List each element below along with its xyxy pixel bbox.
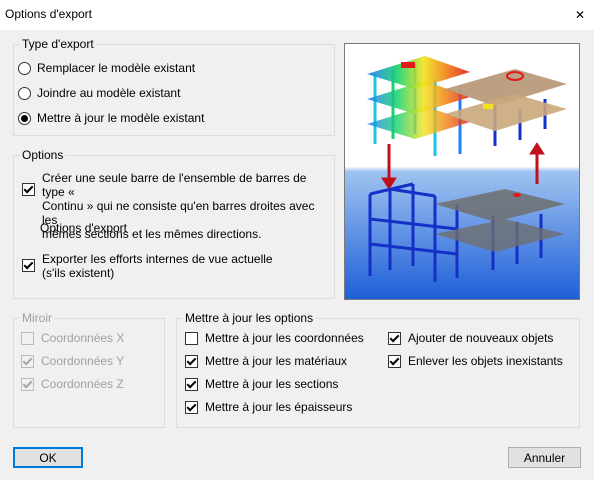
mirror-z-checkbox[interactable] bbox=[21, 378, 34, 391]
update-thickness-option[interactable]: Mettre à jour les épaisseurs bbox=[185, 400, 352, 414]
radio-join-model[interactable]: Joindre au modèle existant bbox=[18, 86, 180, 100]
title-bar: Options d'export ✕ bbox=[0, 0, 594, 30]
update-options-label: Mettre à jour les options bbox=[183, 311, 316, 325]
export-forces-label: Exporter les efforts internes de vue act… bbox=[42, 252, 273, 280]
add-new-objects-checkbox[interactable] bbox=[388, 332, 401, 345]
update-thickness-label: Mettre à jour les épaisseurs bbox=[205, 400, 353, 414]
single-bar-checkbox[interactable] bbox=[22, 183, 35, 196]
mirror-z-label: Coordonnées Z bbox=[41, 377, 124, 391]
export-options-subheading: Options d'export bbox=[40, 221, 127, 235]
mirror-y-label: Coordonnées Y bbox=[41, 354, 125, 368]
update-materials-label: Mettre à jour les matériaux bbox=[205, 354, 348, 368]
update-coordinates-label: Mettre à jour les coordonnées bbox=[205, 331, 364, 345]
update-thickness-checkbox[interactable] bbox=[185, 401, 198, 414]
mirror-label: Miroir bbox=[20, 311, 54, 325]
update-sections-checkbox[interactable] bbox=[185, 378, 198, 391]
add-new-objects-option[interactable]: Ajouter de nouveaux objets bbox=[388, 331, 553, 345]
update-materials-checkbox[interactable] bbox=[185, 355, 198, 368]
mirror-x-label: Coordonnées X bbox=[41, 331, 125, 345]
radio-replace-model[interactable]: Remplacer le modèle existant bbox=[18, 61, 195, 75]
cancel-button[interactable]: Annuler bbox=[508, 447, 581, 468]
radio-join-label: Joindre au modèle existant bbox=[37, 86, 181, 100]
radio-update-label: Mettre à jour le modèle existant bbox=[37, 111, 205, 125]
ok-button[interactable]: OK bbox=[13, 447, 83, 468]
mirror-z-option[interactable]: Coordonnées Z bbox=[21, 377, 124, 391]
update-sections-label: Mettre à jour les sections bbox=[205, 377, 339, 391]
mirror-y-option[interactable]: Coordonnées Y bbox=[21, 354, 124, 368]
remove-objects-label: Enlever les objets inexistants bbox=[408, 354, 563, 368]
export-forces-checkbox[interactable] bbox=[22, 259, 35, 272]
radio-update-icon[interactable] bbox=[18, 112, 31, 125]
radio-replace-label: Remplacer le modèle existant bbox=[37, 61, 196, 75]
mirror-x-checkbox[interactable] bbox=[21, 332, 34, 345]
model-preview-image bbox=[344, 43, 580, 300]
options-label: Options bbox=[20, 148, 66, 162]
export-forces-option[interactable]: Exporter les efforts internes de vue act… bbox=[22, 252, 327, 280]
remove-objects-option[interactable]: Enlever les objets inexistants bbox=[388, 354, 563, 368]
radio-join-icon[interactable] bbox=[18, 87, 31, 100]
structure-illustration bbox=[345, 44, 579, 299]
close-icon[interactable]: ✕ bbox=[572, 7, 588, 23]
remove-objects-checkbox[interactable] bbox=[388, 355, 401, 368]
export-options-label: Options d'export bbox=[40, 221, 128, 235]
radio-update-model[interactable]: Mettre à jour le modèle existant bbox=[18, 111, 204, 125]
window-title: Options d'export bbox=[5, 7, 93, 21]
update-coordinates-checkbox[interactable] bbox=[185, 332, 198, 345]
update-materials-option[interactable]: Mettre à jour les matériaux bbox=[185, 354, 347, 368]
export-type-label: Type d'export bbox=[20, 37, 96, 51]
radio-replace-icon[interactable] bbox=[18, 62, 31, 75]
update-coordinates-option[interactable]: Mettre à jour les coordonnées bbox=[185, 331, 364, 345]
add-new-objects-label: Ajouter de nouveaux objets bbox=[408, 331, 554, 345]
mirror-y-checkbox[interactable] bbox=[21, 355, 34, 368]
update-sections-option[interactable]: Mettre à jour les sections bbox=[185, 377, 338, 391]
mirror-x-option[interactable]: Coordonnées X bbox=[21, 331, 124, 345]
